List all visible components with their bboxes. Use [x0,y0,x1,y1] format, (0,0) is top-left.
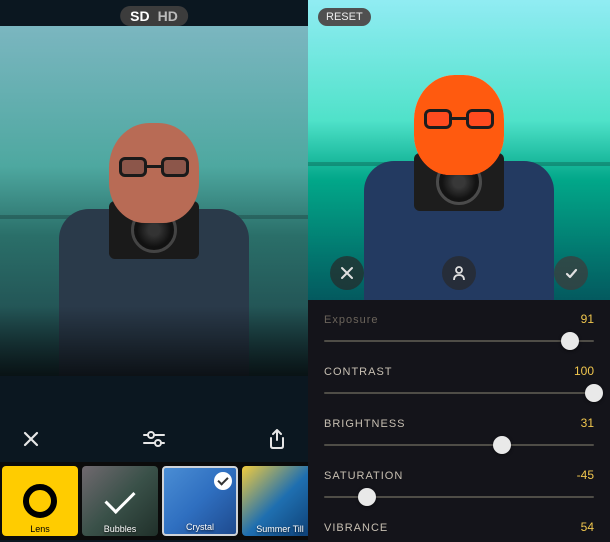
lens-ring-icon [23,484,57,518]
sliders-panel: Exposure 91 CONTRAST 100 BRIGHTNESS [308,306,610,542]
slider-thumb[interactable] [358,488,376,506]
slider-label: Exposure [324,314,378,326]
slider-value: 31 [581,416,594,430]
slider-value: 54 [581,520,594,534]
slider-value: -45 [577,468,594,482]
slider-exposure[interactable]: Exposure 91 [324,312,594,348]
profile-button[interactable] [442,256,476,290]
slider-label: VIBRANCE [324,522,388,534]
close-icon[interactable] [22,430,40,448]
share-icon[interactable] [268,429,286,449]
preview-image-adjusted [308,0,610,300]
slider-label: SATURATION [324,470,403,482]
filter-label: Lens [2,524,78,534]
quality-toggle[interactable]: SD HD [120,6,188,26]
quality-hd[interactable]: HD [154,8,182,24]
check-icon [104,482,135,513]
left-toolbar [0,416,308,462]
filter-select-screen: SD HD [0,0,308,542]
slider-value: 100 [574,364,594,378]
filter-item-summer[interactable]: Summer Till [242,466,308,536]
reset-button[interactable]: RESET [318,8,371,26]
filter-item-crystal[interactable]: Crystal [162,466,238,536]
slider-label: BRIGHTNESS [324,418,406,430]
adjust-screen: RESET [308,0,610,542]
slider-thumb[interactable] [585,384,603,402]
slider-track[interactable] [324,490,594,504]
slider-thumb[interactable] [493,436,511,454]
slider-saturation[interactable]: SATURATION -45 [324,468,594,504]
slider-track[interactable] [324,386,594,400]
filter-item-bubbles[interactable]: Bubbles [82,466,158,536]
check-icon [214,472,232,490]
filter-label: Crystal [164,522,236,532]
slider-brightness[interactable]: BRIGHTNESS 31 [324,416,594,452]
cancel-button[interactable] [330,256,364,290]
slider-contrast[interactable]: CONTRAST 100 [324,364,594,400]
filter-label: Summer Till [242,524,308,534]
quality-sd[interactable]: SD [126,8,153,24]
adjust-action-row [308,256,610,290]
confirm-button[interactable] [554,256,588,290]
slider-track[interactable] [324,334,594,348]
slider-track[interactable] [324,438,594,452]
slider-vibrance[interactable]: VIBRANCE 54 [324,520,594,534]
slider-value: 91 [581,312,594,326]
filter-label: Bubbles [82,524,158,534]
filter-item-lens[interactable]: Lens [2,466,78,536]
preview-image [0,26,308,376]
slider-thumb[interactable] [561,332,579,350]
adjust-icon[interactable] [142,427,166,451]
slider-label: CONTRAST [324,366,393,378]
filter-strip[interactable]: Lens Bubbles Crystal Summer Till [0,462,308,540]
